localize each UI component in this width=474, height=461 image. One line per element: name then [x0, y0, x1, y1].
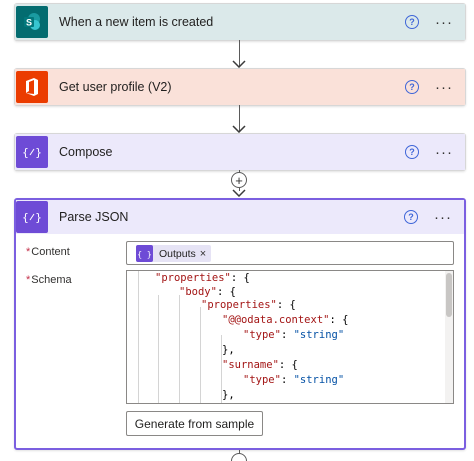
schema-code-line: },: [222, 389, 235, 401]
more-options-icon[interactable]: ···: [435, 80, 453, 95]
more-options-icon[interactable]: ···: [434, 210, 452, 225]
schema-code-line: "type": "string": [243, 374, 345, 386]
schema-code-line: "body": {: [179, 286, 236, 298]
schema-code-line: "type": "string": [243, 329, 345, 341]
schema-code-line: "properties": {: [201, 299, 296, 311]
step-card-compose[interactable]: { } Compose ? ···: [14, 133, 466, 171]
help-icon[interactable]: ?: [404, 210, 418, 224]
step-header[interactable]: { } Parse JSON ? ···: [16, 200, 464, 234]
step-title: Compose: [59, 145, 113, 159]
step-header[interactable]: { } Compose ? ···: [15, 134, 465, 170]
step-header[interactable]: Get user profile (V2) ? ···: [15, 69, 465, 105]
step-card-get-user-profile[interactable]: Get user profile (V2) ? ···: [14, 68, 466, 106]
step-card-parse-json[interactable]: { } Parse JSON ? ··· *Content { } Output…: [14, 198, 466, 450]
help-icon[interactable]: ?: [405, 80, 419, 94]
svg-text:{ }: { }: [138, 250, 151, 259]
step-title: When a new item is created: [59, 15, 214, 29]
schema-code-line: "properties": {: [155, 272, 250, 284]
arrow-down-icon: [232, 189, 246, 197]
svg-text:S: S: [26, 18, 32, 28]
schema-editor[interactable]: "properties": {"body": {"properties": {"…: [126, 270, 454, 404]
step-header[interactable]: S When a new item is created ? ···: [15, 4, 465, 40]
sharepoint-icon: S: [16, 6, 48, 38]
scrollbar-thumb[interactable]: [446, 273, 452, 317]
indent-guide: [200, 307, 201, 403]
content-field[interactable]: { } Outputs ×: [126, 241, 454, 265]
step-card-sharepoint-trigger[interactable]: S When a new item is created ? ···: [14, 3, 466, 41]
token-label: Outputs: [159, 247, 196, 260]
arrow-down-icon: [232, 125, 246, 133]
generate-from-sample-button[interactable]: Generate from sample: [126, 411, 263, 436]
dynamic-content-token[interactable]: { } Outputs ×: [136, 245, 212, 262]
step-title: Parse JSON: [59, 210, 129, 224]
vertical-scrollbar[interactable]: [445, 271, 453, 403]
content-label: *Content: [26, 246, 70, 258]
indent-guide: [138, 271, 139, 403]
help-icon[interactable]: ?: [405, 145, 419, 159]
schema-label: *Schema: [26, 274, 72, 286]
data-operation-icon: { }: [16, 201, 48, 233]
insert-step-button[interactable]: [231, 453, 247, 461]
office365-icon: [16, 71, 48, 103]
data-operation-icon: { }: [136, 245, 153, 262]
schema-code-line: "@@odata.context": {: [222, 314, 349, 326]
step-title: Get user profile (V2): [59, 80, 172, 94]
more-options-icon[interactable]: ···: [435, 15, 453, 30]
more-options-icon[interactable]: ···: [435, 145, 453, 160]
remove-token-icon[interactable]: ×: [200, 248, 206, 260]
data-operation-icon: { }: [16, 136, 48, 168]
schema-code-line: "surname": {: [222, 359, 298, 371]
arrow-down-icon: [232, 60, 246, 68]
indent-guide: [179, 295, 180, 403]
schema-code-line: },: [222, 344, 235, 356]
help-icon[interactable]: ?: [405, 15, 419, 29]
indent-guide: [158, 295, 159, 403]
insert-step-button[interactable]: +: [231, 172, 247, 188]
